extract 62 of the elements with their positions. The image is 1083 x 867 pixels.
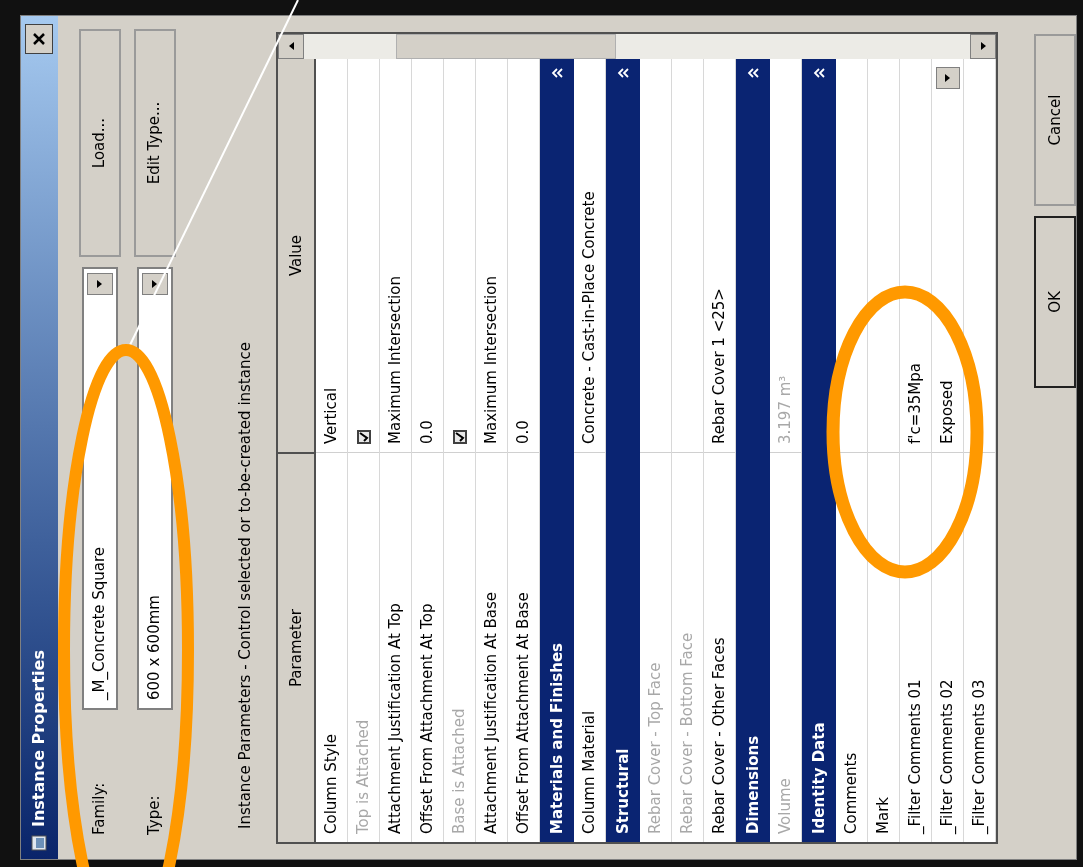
- scroll-down-button[interactable]: [970, 34, 996, 59]
- close-icon: [32, 32, 47, 46]
- column-header[interactable]: Parameter: [278, 452, 314, 842]
- value-cell-text: Vertical: [321, 387, 342, 444]
- group-header[interactable]: Materials and Finishes: [540, 59, 574, 842]
- window-title: Instance Properties: [28, 650, 50, 827]
- collapse-chevron-icon[interactable]: [551, 67, 563, 79]
- parameter-cell: Offset From Attachment At Base: [508, 452, 539, 842]
- value-cell-text: Maximum Intersection: [481, 276, 502, 444]
- parameter-cell: _Filter Comments 03: [964, 452, 995, 842]
- parameter-cell: Rebar Cover - Other Faces: [704, 452, 735, 842]
- dialog-button[interactable]: Edit Type...: [133, 29, 176, 257]
- scroll-thumb[interactable]: [396, 34, 616, 59]
- parameter-cell: Mark: [868, 452, 899, 842]
- value-cell-text: 0.0: [417, 420, 438, 444]
- parameter-cell: Column Material: [574, 452, 605, 842]
- parameter-cell: Attachment Justification At Top: [380, 452, 411, 842]
- field-label: Type:: [144, 794, 165, 835]
- parameter-cell: Comments: [836, 452, 867, 842]
- parameter-cell: Rebar Cover - Bottom Face: [672, 452, 703, 842]
- value-cell-text: Concrete - Cast-in-Place Concrete: [579, 191, 600, 444]
- group-header[interactable]: Dimensions: [736, 59, 770, 842]
- parameter-cell: Base is Attached: [444, 452, 475, 842]
- parameter-cell: Column Style: [316, 452, 347, 842]
- value-cell-text: 0.0: [513, 420, 534, 444]
- group-header[interactable]: Structural: [606, 59, 640, 842]
- scrollbar[interactable]: [278, 34, 996, 59]
- value-cell-text: Exposed: [937, 380, 958, 444]
- parameter-cell: _Filter Comments 01: [900, 452, 931, 842]
- dialog-button[interactable]: Cancel: [1034, 34, 1076, 206]
- value-cell-text: Maximum Intersection: [385, 276, 406, 444]
- scroll-down-icon: [980, 42, 986, 51]
- parameter-cell: Offset From Attachment At Top: [412, 452, 443, 842]
- close-button[interactable]: [25, 24, 54, 54]
- dropdown-arrow-icon: [152, 280, 158, 288]
- column-header[interactable]: Value: [278, 59, 314, 452]
- value-cell-text: 3.197 m³: [775, 375, 796, 444]
- parameter-cell: Top is Attached: [348, 452, 379, 842]
- parameter-cell: _Filter Comments 02: [932, 452, 963, 842]
- collapse-chevron-icon[interactable]: [617, 67, 629, 79]
- scroll-up-icon: [288, 42, 294, 51]
- scroll-up-button[interactable]: [278, 34, 304, 59]
- dialog-button[interactable]: OK: [1034, 216, 1076, 388]
- dialog-button[interactable]: Load...: [78, 29, 121, 257]
- dropdown-arrow-icon: [97, 280, 103, 288]
- value-cell-text: Rebar Cover 1 <25>: [709, 288, 730, 444]
- instructions-text: Instance Parameters - Control selected or to-be-created instance: [235, 341, 255, 829]
- dropdown-button[interactable]: [935, 67, 960, 89]
- parameter-cell: Volume: [770, 452, 801, 842]
- collapse-chevron-icon[interactable]: [747, 67, 759, 79]
- dropdown-button[interactable]: [141, 273, 168, 295]
- dropdown-arrow-icon: [945, 74, 950, 82]
- dropdown-field[interactable]: _M_Concrete Square: [81, 267, 118, 710]
- dropdown-button[interactable]: [86, 273, 113, 295]
- collapse-chevron-icon[interactable]: [813, 67, 825, 79]
- window-icon: [31, 835, 48, 851]
- dropdown-field[interactable]: 600 x 600mm: [136, 267, 173, 710]
- parameter-cell: Rebar Cover - Top Face: [640, 452, 671, 842]
- field-label: Family:: [89, 781, 110, 835]
- parameter-cell: Attachment Justification At Base: [476, 452, 507, 842]
- group-header[interactable]: Identity Data: [802, 59, 836, 842]
- value-cell-text: f'c=35Mpa: [905, 363, 926, 444]
